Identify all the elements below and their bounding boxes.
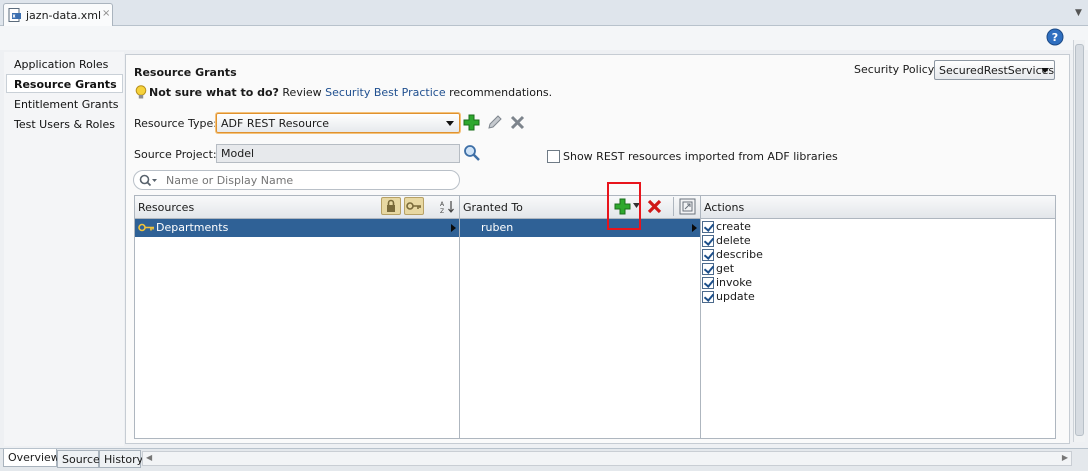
tab-overview[interactable]: Overview <box>3 449 60 467</box>
grid-header <box>135 196 1055 219</box>
key-icon <box>406 202 421 210</box>
editor-toolbar <box>0 26 1088 50</box>
close-tab-icon[interactable]: × <box>102 8 110 19</box>
scroll-right-icon[interactable]: ▶ <box>1062 453 1068 462</box>
svg-text:?: ? <box>1052 31 1058 44</box>
action-checkbox[interactable] <box>702 221 714 233</box>
scroll-left-icon[interactable]: ◀ <box>146 453 152 462</box>
action-checkbox[interactable] <box>702 291 714 303</box>
help-icon[interactable]: ? <box>1046 28 1064 46</box>
row-expand-icon <box>451 224 456 232</box>
lightbulb-icon <box>135 85 147 99</box>
document-tab-title: jazn-data.xml <box>26 9 102 22</box>
show-rest-libraries-checkbox[interactable] <box>547 150 560 163</box>
action-label: delete <box>716 234 751 247</box>
highlight-box <box>607 182 641 230</box>
resource-key-icon <box>138 223 154 232</box>
search-project-icon[interactable] <box>463 144 481 162</box>
svg-text:A: A <box>440 201 445 208</box>
resource-type-value: ADF REST Resource <box>221 117 330 130</box>
grantee-row-ruben[interactable]: ruben <box>460 219 700 237</box>
page-title: Resource Grants <box>134 66 237 79</box>
action-label: describe <box>716 248 763 261</box>
action-checkbox[interactable] <box>702 235 714 247</box>
editor-tab-strip: jazn-data.xml × ▼ <box>0 0 1088 26</box>
security-policy-label: Security Policy: <box>854 63 938 76</box>
nav-item-resource-grants[interactable]: Resource Grants <box>14 78 117 91</box>
action-label: create <box>716 220 751 233</box>
source-project-label: Source Project: <box>134 148 217 161</box>
security-best-practice-link[interactable]: Security Best Practice <box>325 86 445 99</box>
edit-pencil-icon[interactable] <box>486 114 503 131</box>
show-rest-libraries-label: Show REST resources imported from ADF li… <box>563 150 838 163</box>
grantee-name: ruben <box>481 221 514 234</box>
tab-list-chevron-icon[interactable]: ▼ <box>1075 8 1082 18</box>
expand-view-icon[interactable] <box>679 198 696 215</box>
tab-history[interactable]: History <box>99 450 143 468</box>
security-policy-value: SecuredRestServices <box>939 64 1055 77</box>
xml-file-icon <box>8 8 21 22</box>
left-navigation <box>4 52 124 446</box>
nav-item-application-roles[interactable]: Application Roles <box>14 58 108 71</box>
header-separator <box>673 197 674 216</box>
lock-filter-button[interactable] <box>381 197 401 215</box>
delete-grantee-icon[interactable] <box>646 198 663 215</box>
search-options-icon[interactable] <box>139 174 159 187</box>
dropdown-arrow-icon <box>446 121 454 126</box>
resource-search-input[interactable] <box>162 171 452 189</box>
nav-item-test-users-roles[interactable]: Test Users & Roles <box>14 118 115 131</box>
dropdown-arrow-icon <box>1041 68 1049 73</box>
horizontal-scrollbar[interactable]: ◀ ▶ <box>142 451 1072 466</box>
vertical-scrollbar[interactable] <box>1073 40 1085 442</box>
action-label: invoke <box>716 276 753 289</box>
tab-source[interactable]: Source <box>57 450 100 468</box>
scrollbar-thumb[interactable] <box>1075 44 1084 436</box>
document-tab-jazn-data[interactable]: jazn-data.xml × <box>3 3 113 26</box>
hint-bold: Not sure what to do? <box>149 86 279 99</box>
key-filter-button[interactable] <box>404 197 424 215</box>
resource-type-dropdown[interactable]: ADF REST Resource <box>216 113 460 133</box>
add-resource-icon[interactable] <box>463 114 480 131</box>
resource-type-label: Resource Type: <box>134 117 217 130</box>
resources-header: Resources <box>138 201 195 214</box>
svg-text:Z: Z <box>440 208 444 214</box>
action-label: get <box>716 262 735 275</box>
action-label: update <box>716 290 755 303</box>
actions-header: Actions <box>704 201 745 214</box>
sort-az-icon[interactable]: A Z <box>439 199 456 214</box>
security-policy-dropdown[interactable]: SecuredRestServices <box>934 60 1055 80</box>
nav-item-entitlement-grants[interactable]: Entitlement Grants <box>14 98 119 111</box>
resource-row-departments[interactable]: Departments <box>135 219 459 237</box>
column-divider <box>700 196 701 438</box>
action-checkbox[interactable] <box>702 249 714 261</box>
action-checkbox[interactable] <box>702 263 714 275</box>
action-checkbox[interactable] <box>702 277 714 289</box>
hint-prefix: Review <box>282 86 322 99</box>
resource-name: Departments <box>156 221 229 234</box>
source-project-field: Model <box>216 144 460 163</box>
delete-x-gray-icon[interactable] <box>509 114 526 131</box>
granted-to-header: Granted To <box>463 201 523 214</box>
source-project-value: Model <box>221 147 255 160</box>
hint-line: Not sure what to do? Review Security Bes… <box>149 86 552 99</box>
lock-icon <box>387 199 395 212</box>
hint-suffix: recommendations. <box>449 86 553 99</box>
row-expand-icon <box>692 224 697 232</box>
